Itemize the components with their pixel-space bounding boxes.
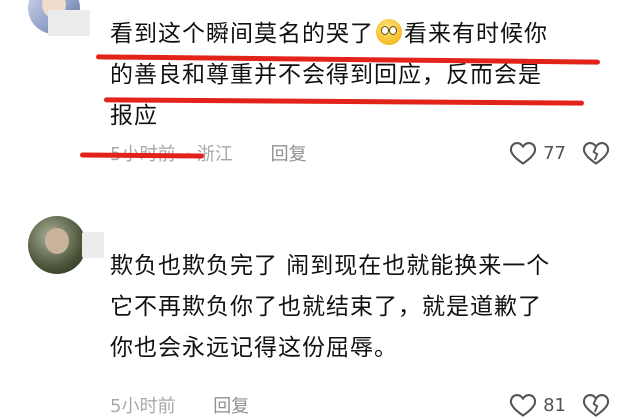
heart-icon [510,394,537,417]
like-button[interactable]: 81 [509,392,566,418]
broken-heart-icon[interactable] [582,392,610,418]
comment-actions: 77 [509,140,610,166]
comment-meta: 5小时前 回复 [110,392,259,418]
blurred-region [48,10,90,36]
like-count: 77 [543,142,566,164]
reply-button[interactable]: 回复 [213,396,249,417]
reply-button[interactable]: 回复 [271,144,307,165]
highlight-stroke [79,152,205,159]
text-line: 欺负也欺负完了 闹到现在也就能换来一个 [110,253,551,279]
comment-text: 看到这个瞬间莫名的哭了 看来有时候你 的善良和尊重并不会得到回应，反而会是 报应 [110,14,610,137]
comment-item: 欺负也欺负完了 闹到现在也就能换来一个 它不再欺负你了也就结束了，就是道歉了 你… [0,196,640,418]
heart-icon [510,142,537,165]
like-count: 81 [543,394,566,416]
avatar[interactable] [28,216,86,274]
blurred-region [82,232,104,258]
comment-actions: 81 [509,392,610,418]
comment-text: 欺负也欺负完了 闹到现在也就能换来一个 它不再欺负你了也就结束了，就是道歉了 你… [110,246,610,369]
timestamp: 5小时前 [110,396,176,417]
text-line: 看来有时候你 [404,21,548,47]
comment-item: 看到这个瞬间莫名的哭了 看来有时候你 的善良和尊重并不会得到回应，反而会是 报应 … [0,0,640,192]
broken-heart-icon[interactable] [582,140,610,166]
text-line: 看到这个瞬间莫名的哭了 [110,21,374,47]
text-line: 它不再欺负你了也就结束了，就是道歉了 [110,294,542,320]
smile-emoji-icon [376,19,402,45]
like-button[interactable]: 77 [509,140,566,166]
text-line: 你也会永远记得这份屈辱。 [110,335,398,361]
